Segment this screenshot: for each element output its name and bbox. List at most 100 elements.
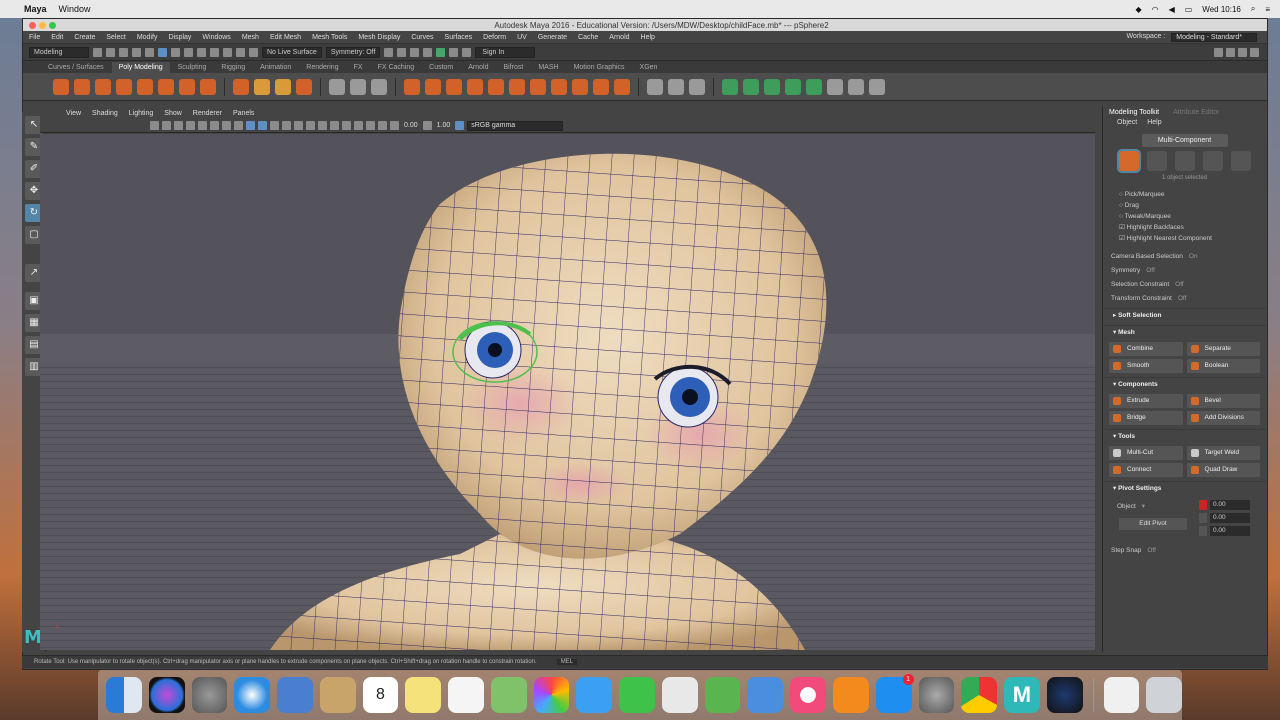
new-scene-icon[interactable] <box>93 47 102 57</box>
field-chart-icon[interactable] <box>234 121 243 130</box>
keynote-icon[interactable] <box>747 677 784 713</box>
planar-mapping-icon[interactable] <box>722 78 738 95</box>
quad-draw-button[interactable]: Quad Draw <box>1186 463 1260 477</box>
poly-cube-icon[interactable] <box>74 78 90 95</box>
uv-cut-icon[interactable] <box>827 78 843 95</box>
sign-in-dropdown[interactable]: Sign In <box>475 46 536 58</box>
menu-surfaces[interactable]: Surfaces <box>445 34 473 41</box>
toggle-channel-box-icon[interactable] <box>1250 47 1259 57</box>
snap-curve-icon[interactable] <box>210 47 219 57</box>
soft-selection-section[interactable]: ▸ Soft Selection <box>1103 308 1266 323</box>
ipr-render-icon[interactable] <box>423 47 433 57</box>
ibooks-icon[interactable] <box>833 677 869 713</box>
transform-constraint-row[interactable]: Transform Constraint Off <box>1103 292 1266 306</box>
xray-icon[interactable] <box>366 121 375 130</box>
redo-icon[interactable] <box>145 47 154 57</box>
object-mode-icon[interactable] <box>1116 149 1141 173</box>
uv-layout-icon[interactable] <box>869 78 885 95</box>
launchpad-icon[interactable] <box>191 677 228 713</box>
exposure-icon[interactable] <box>390 121 399 130</box>
shelf-tab-mash[interactable]: MASH <box>531 62 565 73</box>
append-polygon-icon[interactable] <box>488 78 504 95</box>
combine-icon[interactable] <box>329 78 345 95</box>
shelf-tab-fx[interactable]: FX <box>347 62 370 73</box>
chrome-icon[interactable] <box>961 677 998 713</box>
spherical-mapping-icon[interactable] <box>764 78 780 95</box>
separate-button[interactable]: Separate <box>1186 342 1260 356</box>
shelf-tab-motion-graphics[interactable]: Motion Graphics <box>567 62 632 73</box>
mtk-menu-object[interactable]: Object <box>1117 119 1137 126</box>
type-icon[interactable] <box>275 78 291 95</box>
app-store-icon[interactable]: 1 <box>875 674 914 713</box>
combine-button[interactable]: Combine <box>1109 342 1183 356</box>
option-highlight-nearest[interactable]: ☑ Highlight Nearest Component <box>1103 233 1266 244</box>
shelf-tab-curves-surfaces[interactable]: Curves / Surfaces <box>41 62 111 73</box>
menubar-clock[interactable]: Wed 10:16 <box>1202 5 1241 14</box>
workspace-dropdown[interactable]: Modeling - Standard* <box>1171 32 1257 42</box>
multi-cut-button[interactable]: Multi-Cut <box>1109 446 1183 460</box>
shelf-tab-poly-modeling[interactable]: Poly Modeling <box>111 62 170 73</box>
lights-icon[interactable] <box>282 121 291 130</box>
shelf-tab-animation[interactable]: Animation <box>253 62 298 73</box>
poly-torus-icon[interactable] <box>137 78 153 95</box>
trash-icon[interactable] <box>1146 677 1183 713</box>
photos-icon[interactable] <box>533 677 570 713</box>
quicktime-icon[interactable] <box>1046 677 1083 713</box>
separate-icon[interactable] <box>350 78 366 95</box>
option-highlight-backfaces[interactable]: ☑ Highlight Backfaces <box>1103 222 1266 233</box>
wireframe-icon[interactable] <box>246 121 255 130</box>
mesh-section[interactable]: ▾ Mesh <box>1103 325 1266 340</box>
shelf-tab-fx-caching[interactable]: FX Caching <box>371 62 422 73</box>
menu-mesh-display[interactable]: Mesh Display <box>358 34 400 41</box>
uv-editor-icon[interactable] <box>806 78 822 95</box>
motion-blur-icon[interactable] <box>318 121 327 130</box>
shelf-tab-bifrost[interactable]: Bifrost <box>497 62 531 73</box>
smooth-button[interactable]: Smooth <box>1109 359 1183 373</box>
svg-icon[interactable] <box>296 78 312 95</box>
poly-sphere-icon[interactable] <box>53 78 69 95</box>
camera-based-selection-row[interactable]: Camera Based Selection On <box>1103 250 1266 264</box>
hypershade-icon[interactable] <box>449 47 459 57</box>
shelf-tab-sculpting[interactable]: Sculpting <box>171 62 214 73</box>
collapse-icon[interactable] <box>572 78 588 95</box>
snap-grid-icon[interactable] <box>197 47 206 57</box>
menu-edit[interactable]: Edit <box>51 34 63 41</box>
system-preferences-icon[interactable] <box>918 677 955 713</box>
edge-mode-icon[interactable] <box>1174 151 1195 171</box>
notes-icon[interactable] <box>405 677 442 713</box>
volume-icon[interactable]: ◀ <box>1169 5 1175 14</box>
color-management-icon[interactable] <box>455 121 465 130</box>
shelf-tab-rendering[interactable]: Rendering <box>299 62 345 73</box>
option-drag[interactable]: ○ Drag <box>1103 200 1266 211</box>
bookmark-icon[interactable] <box>162 121 171 130</box>
close-window-button[interactable] <box>29 21 36 29</box>
render-view-icon[interactable] <box>397 47 407 57</box>
tab-modeling-toolkit[interactable]: Modeling Toolkit <box>1109 109 1159 116</box>
isolate-select-icon[interactable] <box>354 121 363 130</box>
document-icon[interactable] <box>1103 677 1140 713</box>
menu-generate[interactable]: Generate <box>538 34 567 41</box>
shelf-tab-rigging[interactable]: Rigging <box>214 62 252 73</box>
menu-edit-mesh[interactable]: Edit Mesh <box>270 34 301 41</box>
bridge-button[interactable]: Bridge <box>1109 411 1183 425</box>
tab-attribute-editor[interactable]: Attribute Editor <box>1173 109 1219 116</box>
poly-cone-icon[interactable] <box>116 78 132 95</box>
pivot-x-field[interactable]: 0.00 <box>1210 500 1250 510</box>
smooth-shade-icon[interactable] <box>258 121 267 130</box>
poly-cylinder-icon[interactable] <box>95 78 111 95</box>
save-scene-icon[interactable] <box>119 47 128 57</box>
wedge-icon[interactable] <box>530 78 546 95</box>
pages-icon[interactable] <box>661 677 698 713</box>
ambient-occlusion-icon[interactable] <box>306 121 315 130</box>
merge-icon[interactable] <box>593 78 609 95</box>
pivot-space-dropdown[interactable]: Object ▾ <box>1109 500 1193 514</box>
select-component-icon[interactable] <box>184 47 193 57</box>
target-weld-button[interactable]: Target Weld <box>1186 446 1260 460</box>
grid-toggle-icon[interactable] <box>186 121 195 130</box>
menu-curves[interactable]: Curves <box>411 34 433 41</box>
menu-modify[interactable]: Modify <box>137 34 158 41</box>
exposure-value[interactable]: 0.00 <box>402 122 420 129</box>
bevel-button[interactable]: Bevel <box>1186 394 1260 408</box>
reminders-icon[interactable] <box>448 677 484 713</box>
option-tweak-marquee[interactable]: ○ Tweak/Marquee <box>1103 211 1266 222</box>
